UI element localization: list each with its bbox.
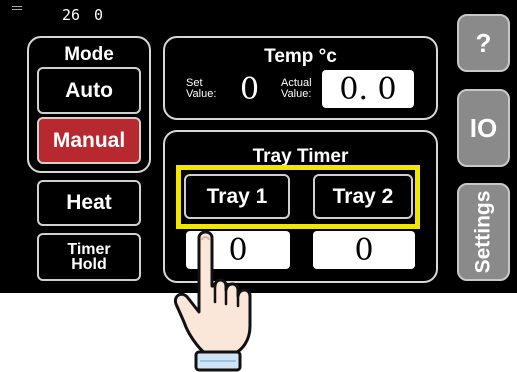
tray-buttons-highlight: [176, 165, 420, 229]
clock-hour: 26: [62, 6, 81, 24]
mode-title: Mode: [64, 44, 114, 65]
tap-hand-icon: [173, 230, 252, 372]
actual-value-label: Actual Value:: [281, 77, 312, 100]
manual-button[interactable]: Manual: [37, 117, 141, 164]
heat-button[interactable]: Heat: [37, 180, 141, 226]
timer-hold-button[interactable]: Timer Hold: [37, 233, 141, 281]
timer-hold-line2: Hold: [71, 256, 107, 273]
help-button[interactable]: ?: [457, 14, 510, 72]
actual-value-display: 0. 0: [322, 70, 414, 108]
io-button[interactable]: IO: [457, 89, 510, 167]
temp-title: Temp °c: [264, 46, 337, 67]
timer-hold-line1: Timer: [67, 241, 111, 258]
auto-button[interactable]: Auto: [37, 67, 141, 114]
set-value-display: 0: [240, 72, 260, 107]
set-value-label: Set Value:: [186, 77, 217, 100]
settings-label: Settings: [471, 190, 495, 274]
signal-icon: [12, 6, 22, 10]
clock-minute: 0: [94, 6, 104, 24]
tray2-timer-value[interactable]: 0: [313, 231, 415, 269]
settings-button[interactable]: Settings: [457, 183, 510, 281]
